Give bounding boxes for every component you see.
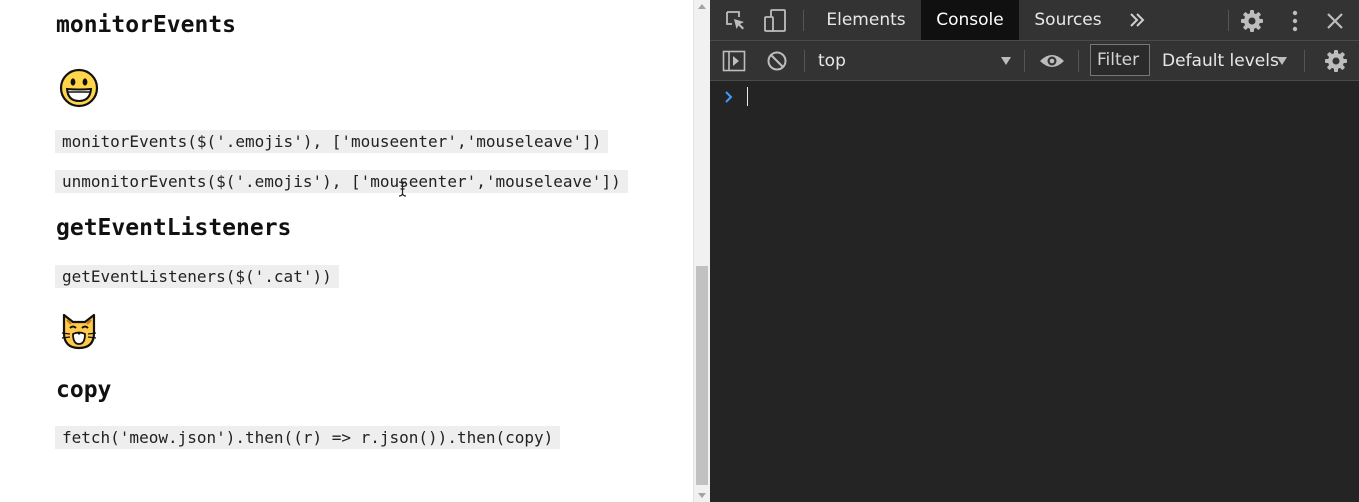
toolbar-divider xyxy=(1024,50,1025,72)
toolbar-divider xyxy=(804,50,805,72)
tab-sources[interactable]: Sources xyxy=(1027,0,1109,40)
page-scrollbar[interactable] xyxy=(693,0,710,502)
log-levels-dropdown[interactable]: Default levels xyxy=(1162,41,1279,81)
get-event-listeners-code: getEventListeners($('.cat')) xyxy=(55,265,339,288)
unmonitor-events-code: unmonitorEvents($('.emojis'), ['mouseent… xyxy=(55,170,628,193)
device-toolbar-icon[interactable] xyxy=(762,8,788,34)
console-toolbar: top Filter Default levels xyxy=(710,41,1359,81)
toolbar-divider xyxy=(803,10,804,31)
context-dropdown-icon[interactable] xyxy=(1000,56,1012,66)
toolbar-divider xyxy=(1304,50,1305,72)
clear-console-icon[interactable] xyxy=(766,50,788,72)
more-tabs-icon[interactable] xyxy=(1128,12,1146,28)
context-selector[interactable]: top xyxy=(818,41,846,81)
more-options-icon[interactable] xyxy=(1290,9,1300,33)
monitor-events-code: monitorEvents($('.emojis'), ['mouseenter… xyxy=(55,130,609,153)
cat-face-emoji[interactable] xyxy=(59,311,99,351)
console-input-caret[interactable] xyxy=(747,87,748,106)
web-page: monitorEvents monitorEvents($('.emojis')… xyxy=(0,0,693,502)
console-output[interactable] xyxy=(710,81,1359,502)
scroll-up-icon[interactable] xyxy=(698,4,706,9)
settings-gear-icon[interactable] xyxy=(1240,9,1264,33)
get-event-listeners-heading: getEventListeners xyxy=(56,215,292,241)
filter-input[interactable]: Filter xyxy=(1090,44,1150,76)
console-prompt-icon xyxy=(725,91,733,103)
toolbar-divider xyxy=(1228,10,1229,31)
levels-dropdown-icon[interactable] xyxy=(1276,56,1288,66)
live-expression-eye-icon[interactable] xyxy=(1038,52,1066,70)
toolbar-divider xyxy=(1078,50,1079,72)
scrollbar-thumb[interactable] xyxy=(696,266,708,485)
copy-code: fetch('meow.json').then((r) => r.json())… xyxy=(55,426,561,449)
scroll-down-icon[interactable] xyxy=(698,493,706,498)
devtools-tab-bar: Elements Console Sources xyxy=(710,0,1359,41)
console-settings-icon[interactable] xyxy=(1324,49,1348,73)
inspect-element-icon[interactable] xyxy=(724,9,748,33)
monitor-events-heading: monitorEvents xyxy=(56,12,237,38)
grinning-face-emoji[interactable] xyxy=(59,68,99,108)
text-cursor-icon xyxy=(398,181,407,197)
sidebar-toggle-icon[interactable] xyxy=(722,50,746,72)
tab-elements[interactable]: Elements xyxy=(819,0,913,40)
devtools-panel: Elements Console Sources top Filter Defa… xyxy=(710,0,1359,502)
close-icon[interactable] xyxy=(1326,12,1344,30)
copy-heading: copy xyxy=(56,377,112,403)
tab-console[interactable]: Console xyxy=(921,0,1019,40)
